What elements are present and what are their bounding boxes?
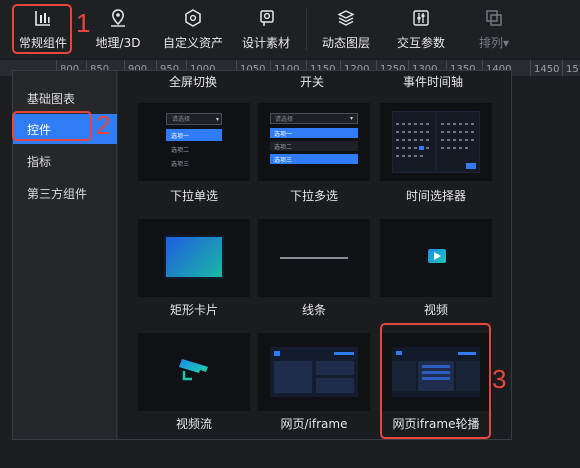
component-card-dropdown-multi[interactable]: 请选择 ▾ 选项一 选项二 选项三 xyxy=(258,103,370,181)
component-card-video[interactable] xyxy=(380,219,492,297)
design-asset-icon xyxy=(254,6,278,30)
dropdown-option-label: 选项一 xyxy=(274,131,293,138)
chevron-down-icon: ▾ xyxy=(350,115,354,122)
arrange-icon xyxy=(482,6,506,30)
toolbar-design-assets[interactable]: 设计素材 xyxy=(238,4,294,54)
toolbar-divider xyxy=(306,8,307,50)
toolbar-geo-3d[interactable]: 地理/3D xyxy=(92,4,144,54)
toolbar-label: 设计素材 xyxy=(241,36,290,50)
ruler-tick: 1450 xyxy=(534,64,560,75)
camera-icon xyxy=(179,359,208,381)
toolbar-custom-assets[interactable]: 自定义资产 xyxy=(160,4,226,54)
ruler-mark xyxy=(530,60,531,76)
hexagon-icon xyxy=(181,6,205,30)
sidebar-item-basic-charts[interactable]: 基础图表 xyxy=(13,83,117,113)
component-card-rectangle[interactable] xyxy=(138,219,250,297)
sidebar-item-third-party[interactable]: 第三方组件 xyxy=(13,178,117,208)
annotation-number-1: 1 xyxy=(76,8,91,38)
component-label: 时间选择器 xyxy=(405,189,466,203)
component-label: 矩形卡片 xyxy=(169,303,218,317)
toolbar-label: 地理/3D xyxy=(95,36,141,50)
highlight-box-1 xyxy=(12,4,72,54)
component-title-switch: 开关 xyxy=(299,75,324,89)
component-label: 下拉多选 xyxy=(289,189,338,203)
map-pin-icon xyxy=(106,6,130,30)
dropdown-placeholder: 请选择 xyxy=(275,116,294,123)
toolbar-arrange[interactable]: 排列▾ xyxy=(470,4,518,54)
sidebar-item-label: 指标 xyxy=(27,154,52,169)
annotation-number-2: 2 xyxy=(96,110,111,140)
highlight-box-3 xyxy=(380,323,491,439)
toolbar-label: 动态图层 xyxy=(321,36,370,50)
dropdown-placeholder: 请选择 xyxy=(172,116,191,123)
iframe-thumbnail xyxy=(270,347,358,397)
rectangle-card-preview xyxy=(164,235,224,279)
component-label: 网页/iframe xyxy=(280,417,348,431)
dropdown-option-label: 选项三 xyxy=(171,161,190,168)
component-label: 线条 xyxy=(301,303,326,317)
dropdown-option-label: 选项三 xyxy=(274,157,293,164)
dropdown-option-label: 选项二 xyxy=(171,147,190,154)
play-triangle-icon xyxy=(434,252,441,260)
toolbar-label: 排列▾ xyxy=(478,36,510,50)
component-label: 视频流 xyxy=(175,417,212,431)
toolbar-dynamic-layers[interactable]: 动态图层 xyxy=(318,4,374,54)
component-card-line[interactable] xyxy=(258,219,370,297)
sliders-icon xyxy=(409,6,433,30)
dropdown-option-label: 选项一 xyxy=(171,133,190,140)
toolbar-label: 交互参数 xyxy=(396,36,445,50)
ruler-tick: 15 xyxy=(566,64,579,75)
component-card-dropdown-single[interactable]: 请选择 ▾ 选项一 选项二 选项三 xyxy=(138,103,250,181)
component-card-video-stream[interactable] xyxy=(138,333,250,411)
sidebar-item-label: 第三方组件 xyxy=(27,186,88,201)
component-label: 视频 xyxy=(423,303,448,317)
ruler-mark xyxy=(562,60,563,76)
component-title-timeline: 事件时间轴 xyxy=(402,75,463,89)
chevron-down-icon: ▾ xyxy=(216,116,220,123)
component-card-iframe[interactable] xyxy=(258,333,370,411)
annotation-number-3: 3 xyxy=(492,364,507,394)
component-label: 下拉单选 xyxy=(169,189,218,203)
sidebar-item-indicators[interactable]: 指标 xyxy=(13,146,117,176)
line-preview xyxy=(280,257,348,259)
layers-icon xyxy=(334,6,358,30)
toolbar-label: 自定义资产 xyxy=(162,36,223,50)
toolbar-interaction-params[interactable]: 交互参数 xyxy=(392,4,450,54)
highlight-box-2 xyxy=(12,111,92,141)
sidebar-item-label: 基础图表 xyxy=(27,91,76,106)
dropdown-option-label: 选项二 xyxy=(274,144,293,151)
calendar-thumbnail xyxy=(392,111,480,173)
component-title-fullscreen: 全屏切换 xyxy=(168,75,217,89)
component-card-time-picker[interactable] xyxy=(380,103,492,181)
